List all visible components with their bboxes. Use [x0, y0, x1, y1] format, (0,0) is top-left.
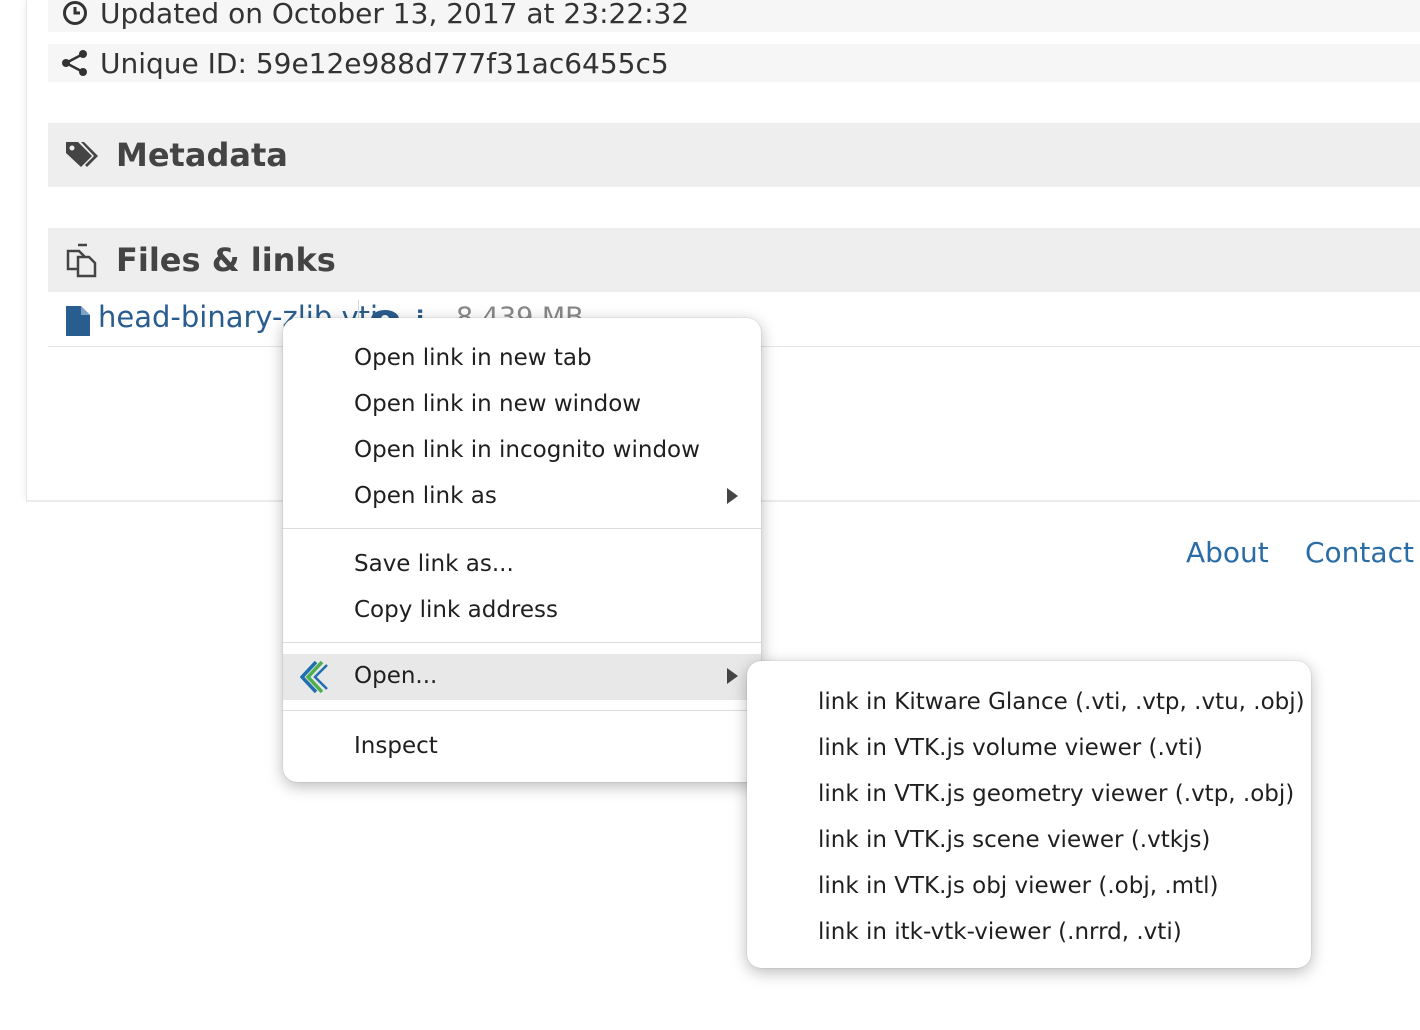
menu-open-new-tab[interactable]: Open link in new tab	[283, 336, 761, 382]
menu-divider	[283, 710, 761, 711]
footer-contact-link[interactable]: Contact	[1305, 536, 1414, 569]
page-gutter	[0, 0, 26, 580]
menu-divider	[283, 642, 761, 643]
file-icon	[66, 306, 90, 340]
menu-open-extension[interactable]: Open...	[283, 654, 761, 700]
files-title: Files & links	[116, 241, 336, 279]
metadata-title: Metadata	[116, 136, 288, 174]
context-menu: Open link in new tab Open link in new wi…	[283, 318, 761, 782]
menu-divider	[283, 528, 761, 529]
menu-save-link-as[interactable]: Save link as...	[283, 542, 761, 588]
menu-item-label: Open...	[354, 663, 438, 689]
menu-open-incognito[interactable]: Open link in incognito window	[283, 428, 761, 474]
submenu-arrow-icon	[727, 668, 738, 684]
submenu-item-label: link in VTK.js scene viewer (.vtkjs)	[818, 827, 1211, 853]
menu-copy-link-address[interactable]: Copy link address	[283, 588, 761, 634]
submenu-itk-vtk-viewer[interactable]: link in itk-vtk-viewer (.nrrd, .vti)	[747, 910, 1311, 956]
menu-item-label: Save link as...	[354, 551, 514, 577]
submenu-arrow-icon	[727, 488, 738, 504]
footer-about-link[interactable]: About	[1186, 536, 1269, 569]
submenu-scene-viewer[interactable]: link in VTK.js scene viewer (.vtkjs)	[747, 818, 1311, 864]
menu-inspect[interactable]: Inspect	[283, 724, 761, 770]
submenu-item-label: link in VTK.js volume viewer (.vti)	[818, 735, 1203, 761]
submenu-geometry-viewer[interactable]: link in VTK.js geometry viewer (.vtp, .o…	[747, 772, 1311, 818]
tags-icon	[64, 136, 102, 174]
submenu-kitware-glance[interactable]: link in Kitware Glance (.vti, .vtp, .vtu…	[747, 680, 1311, 726]
submenu-item-label: link in VTK.js geometry viewer (.vtp, .o…	[818, 781, 1295, 807]
menu-open-new-window[interactable]: Open link in new window	[283, 382, 761, 428]
submenu-item-label: link in Kitware Glance (.vti, .vtp, .vtu…	[818, 689, 1305, 715]
open-submenu: link in Kitware Glance (.vti, .vtp, .vtu…	[747, 661, 1311, 968]
updated-row: Updated on October 13, 2017 at 23:22:32	[48, 0, 1420, 32]
submenu-item-label: link in itk-vtk-viewer (.nrrd, .vti)	[818, 919, 1182, 945]
share-nodes-icon	[60, 48, 90, 78]
unique-id-text: Unique ID: 59e12e988d777f31ac6455c5	[100, 46, 669, 80]
files-icon	[64, 241, 102, 279]
menu-item-label: Inspect	[354, 733, 438, 759]
menu-open-link-as[interactable]: Open link as	[283, 474, 761, 520]
menu-item-label: Open link as	[354, 483, 497, 509]
kitware-logo-icon	[299, 660, 328, 699]
submenu-volume-viewer[interactable]: link in VTK.js volume viewer (.vti)	[747, 726, 1311, 772]
submenu-obj-viewer[interactable]: link in VTK.js obj viewer (.obj, .mtl)	[747, 864, 1311, 910]
menu-item-label: Copy link address	[354, 597, 559, 623]
menu-item-label: Open link in new tab	[354, 345, 592, 371]
menu-item-label: Open link in new window	[354, 391, 642, 417]
menu-item-label: Open link in incognito window	[354, 437, 700, 463]
files-section-header: Files & links	[48, 228, 1420, 292]
metadata-section-header[interactable]: Metadata	[48, 123, 1420, 187]
unique-id-row: Unique ID: 59e12e988d777f31ac6455c5	[48, 44, 1420, 82]
clock-icon	[60, 0, 90, 28]
updated-text: Updated on October 13, 2017 at 23:22:32	[100, 0, 690, 30]
submenu-item-label: link in VTK.js obj viewer (.obj, .mtl)	[818, 873, 1219, 899]
